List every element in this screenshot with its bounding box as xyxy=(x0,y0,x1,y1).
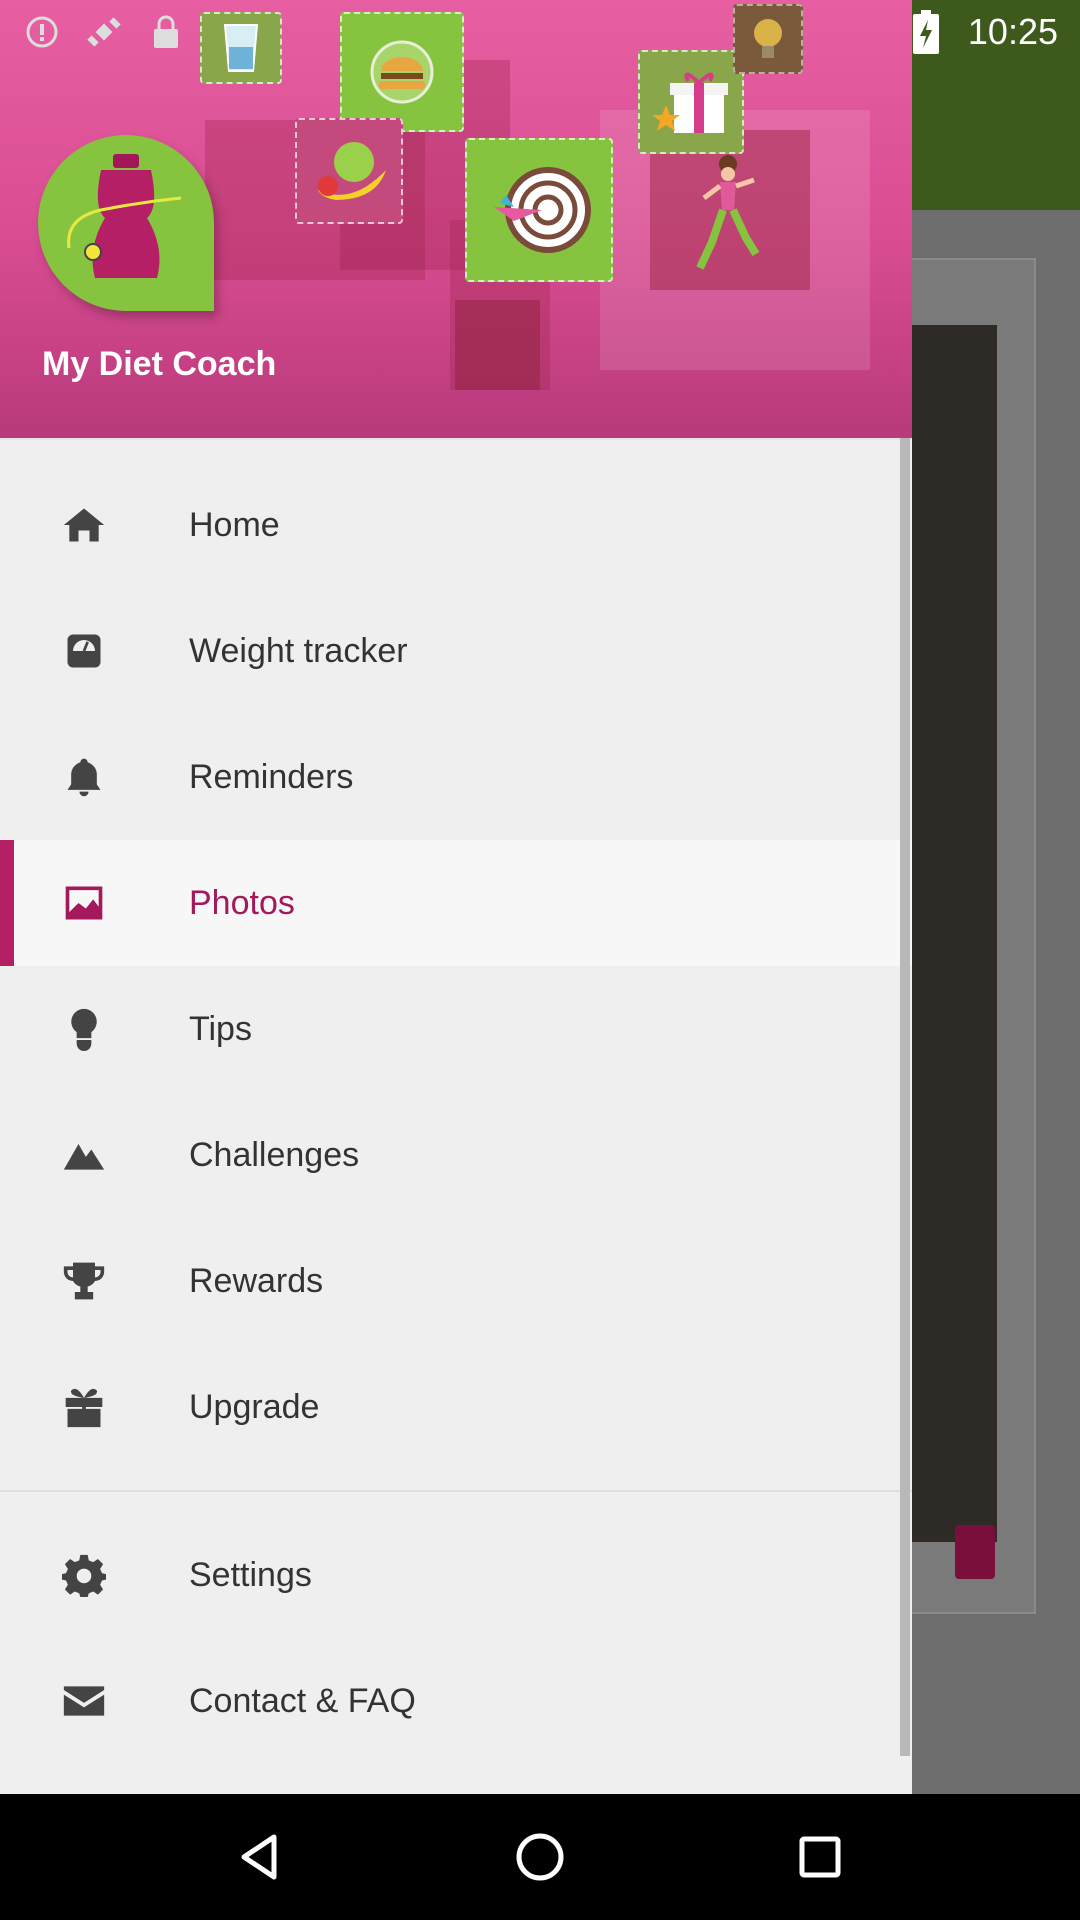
menu-item-label: Upgrade xyxy=(189,1387,320,1426)
lightbulb-icon xyxy=(0,1007,168,1051)
drawer-menu: Home Weight tracker Reminders Photos Tip… xyxy=(0,438,912,1764)
menu-item-label: Home xyxy=(189,505,280,544)
menu-divider xyxy=(0,1490,912,1492)
back-button[interactable] xyxy=(220,1817,300,1897)
fruit-tile xyxy=(295,118,403,224)
exercising-woman-illustration xyxy=(690,150,770,280)
menu-item-tips[interactable]: Tips xyxy=(0,966,912,1092)
menu-item-label: Photos xyxy=(189,883,295,922)
target-goal-tile xyxy=(465,138,613,282)
gear-icon xyxy=(0,1553,168,1597)
image-icon xyxy=(0,881,168,925)
menu-item-label: Weight tracker xyxy=(189,631,408,670)
menu-item-label: Tips xyxy=(189,1009,252,1048)
scale-icon xyxy=(0,629,168,673)
drawer-header: My Diet Coach xyxy=(0,0,912,438)
status-bar: 10:25 xyxy=(0,0,1080,63)
menu-item-contact-faq[interactable]: Contact & FAQ xyxy=(0,1638,912,1764)
menu-item-label: Settings xyxy=(189,1555,312,1594)
app-name: My Diet Coach xyxy=(42,345,277,383)
recents-icon xyxy=(799,1836,841,1878)
home-button[interactable] xyxy=(500,1817,580,1897)
alert-icon xyxy=(22,12,62,52)
battery-charging-icon xyxy=(906,9,946,54)
app-logo xyxy=(38,135,214,311)
gift-tile xyxy=(638,50,744,154)
menu-item-label: Rewards xyxy=(189,1261,324,1300)
system-nav-bar xyxy=(0,1794,1080,1920)
bell-icon xyxy=(0,755,168,799)
menu-item-rewards[interactable]: Rewards xyxy=(0,1218,912,1344)
menu-item-reminders[interactable]: Reminders xyxy=(0,714,912,840)
menu-item-label: Challenges xyxy=(189,1135,360,1174)
menu-item-home[interactable]: Home xyxy=(0,462,912,588)
home-icon xyxy=(0,503,168,547)
mail-icon xyxy=(0,1679,168,1723)
trophy-icon xyxy=(0,1259,168,1303)
recents-button[interactable] xyxy=(780,1817,860,1897)
lock-icon xyxy=(146,12,186,52)
back-icon xyxy=(241,1834,277,1880)
fake-gps-icon xyxy=(84,12,124,52)
clock: 10:25 xyxy=(967,10,1058,52)
home-circle-icon xyxy=(516,1833,564,1881)
navigation-drawer: My Diet Coach Home Weight tracker Remind… xyxy=(0,0,912,1794)
menu-item-settings[interactable]: Settings xyxy=(0,1512,912,1638)
menu-item-challenges[interactable]: Challenges xyxy=(0,1092,912,1218)
drawer-scrollbar[interactable] xyxy=(900,438,910,1756)
menu-item-upgrade[interactable]: Upgrade xyxy=(0,1344,912,1470)
mountain-icon xyxy=(0,1133,168,1177)
menu-item-label: Reminders xyxy=(189,757,354,796)
background-photo xyxy=(900,325,997,1542)
delete-icon xyxy=(955,1525,995,1579)
menu-item-weight-tracker[interactable]: Weight tracker xyxy=(0,588,912,714)
menu-item-label: Contact & FAQ xyxy=(189,1681,416,1720)
gift-icon xyxy=(0,1385,168,1429)
menu-item-photos[interactable]: Photos xyxy=(0,840,912,966)
